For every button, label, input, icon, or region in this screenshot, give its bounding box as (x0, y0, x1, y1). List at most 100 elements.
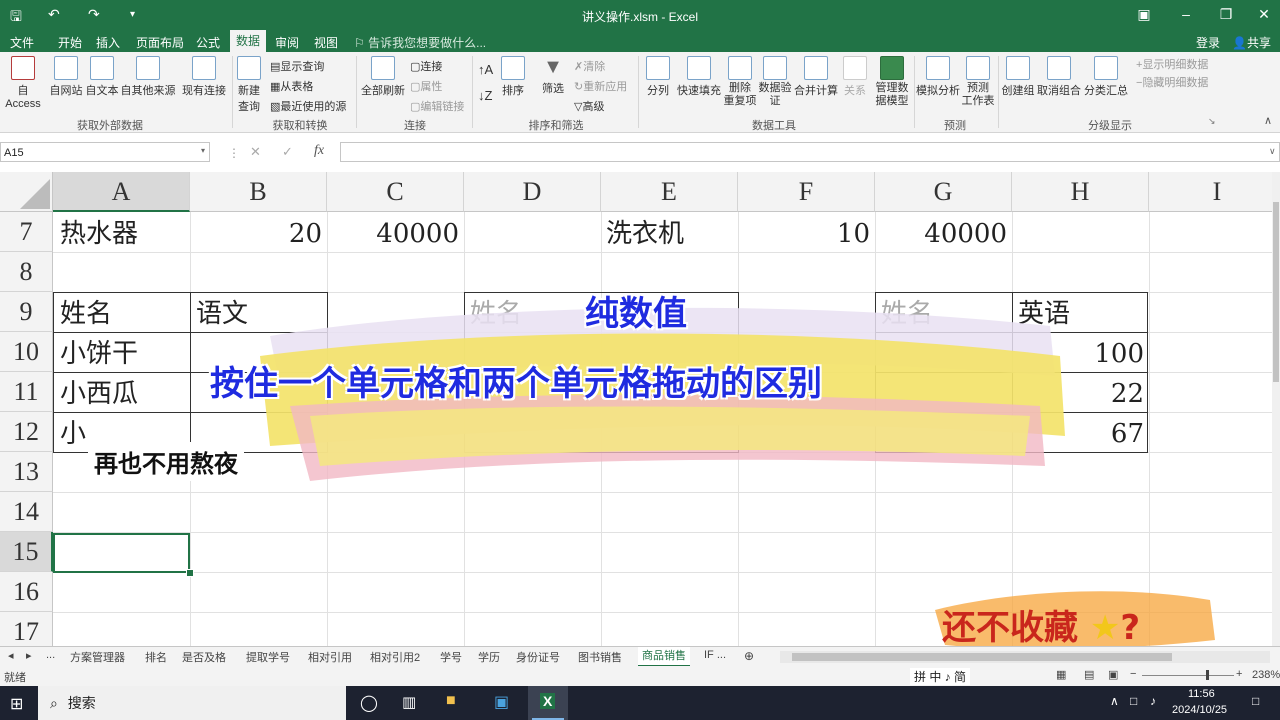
close-button[interactable]: ✕ (1254, 6, 1274, 23)
excel-taskbar-button[interactable]: X (528, 686, 568, 720)
tab-home[interactable]: 开始 (58, 34, 82, 51)
text-to-columns-button[interactable]: 分列 (642, 56, 674, 98)
tray-up-icon[interactable]: ∧ (1110, 694, 1119, 708)
ime-indicator[interactable]: 拼 中 ♪ 简 (910, 668, 971, 685)
column-header-c[interactable]: C (327, 172, 464, 212)
cell-b7[interactable]: 20 (192, 214, 322, 254)
data-validation-button[interactable]: 数据验 证 (758, 56, 792, 108)
sheet-tab[interactable]: 方案管理器 (70, 649, 125, 665)
clear-filter-button[interactable]: ✗清除 (574, 58, 605, 74)
sort-button[interactable]: 排序 (498, 56, 528, 98)
row-header-13[interactable]: 13 (0, 452, 53, 492)
sheet-tab[interactable]: IF ... (704, 649, 726, 661)
relationships-button[interactable]: 关系 (840, 56, 870, 98)
row-header-8[interactable]: 8 (0, 252, 53, 292)
column-header-b[interactable]: B (190, 172, 327, 212)
sort-descending-icon[interactable]: ↓Z (478, 88, 492, 103)
column-header-f[interactable]: F (738, 172, 875, 212)
tell-me-input[interactable]: ⚐ 告诉我您想要做什么... (354, 34, 486, 51)
hide-detail-button[interactable]: −隐藏明细数据 (1136, 74, 1208, 90)
tab-page-layout[interactable]: 页面布局 (136, 34, 184, 51)
column-header-i[interactable]: I (1149, 172, 1272, 212)
normal-view-icon[interactable]: ▦ (1056, 668, 1066, 681)
what-if-analysis-button[interactable]: 模拟分析 (916, 56, 960, 98)
scrollbar-thumb[interactable] (1273, 202, 1279, 382)
cell-a11[interactable]: 小西瓜 (60, 374, 188, 414)
maximize-button[interactable]: ❐ (1216, 6, 1236, 23)
zoom-in-icon[interactable]: + (1236, 668, 1242, 680)
sign-in-link[interactable]: 登录 (1196, 34, 1220, 51)
row-header-14[interactable]: 14 (0, 492, 53, 532)
sheet-tab[interactable]: 是否及格 (182, 649, 226, 665)
manage-data-model-button[interactable]: 管理数 据模型 (872, 56, 912, 108)
column-header-g[interactable]: G (875, 172, 1012, 212)
show-detail-button[interactable]: +显示明细数据 (1136, 56, 1208, 72)
zoom-out-icon[interactable]: − (1130, 668, 1136, 680)
zoom-slider-handle[interactable] (1206, 670, 1209, 680)
column-header-d[interactable]: D (464, 172, 601, 212)
cell-e7[interactable]: 洗衣机 (606, 214, 734, 254)
sheet-tab[interactable]: 学历 (478, 649, 500, 665)
horizontal-scrollbar[interactable] (780, 651, 1270, 663)
insert-function-icon[interactable]: fx (314, 143, 324, 159)
cell-a9[interactable]: 姓名 (60, 294, 188, 334)
cell-a7[interactable]: 热水器 (60, 214, 188, 254)
ungroup-button[interactable]: 取消组合 (1036, 56, 1082, 98)
fill-handle[interactable] (186, 569, 194, 577)
from-web-button[interactable]: 自网站 (48, 56, 84, 98)
row-header-15[interactable]: 15 (0, 532, 53, 572)
row-header-7[interactable]: 7 (0, 212, 53, 252)
sheet-tab[interactable]: 相对引用2 (370, 649, 420, 665)
column-header-h[interactable]: H (1012, 172, 1149, 212)
sheet-tab[interactable]: 学号 (440, 649, 462, 665)
collapse-ribbon-icon[interactable]: ∧ (1264, 114, 1272, 127)
sheet-tab-more[interactable]: ... (46, 649, 55, 661)
remove-duplicates-button[interactable]: 删除 重复项 (722, 56, 758, 108)
cancel-icon[interactable]: ✕ (250, 144, 261, 160)
row-header-17[interactable]: 17 (0, 612, 53, 646)
active-cell-a15[interactable] (53, 533, 190, 573)
forecast-sheet-button[interactable]: 预测 工作表 (960, 56, 996, 108)
file-explorer-icon[interactable]: ■ (446, 692, 456, 710)
sheet-tab[interactable]: 相对引用 (308, 649, 352, 665)
cell-a10[interactable]: 小饼干 (60, 334, 188, 374)
sheet-tab[interactable]: 图书销售 (578, 649, 622, 665)
consolidate-button[interactable]: 合并计算 (794, 56, 838, 98)
flash-fill-button[interactable]: 快速填充 (676, 56, 722, 98)
minimize-button[interactable]: – (1176, 6, 1196, 22)
notifications-icon[interactable]: □ (1252, 694, 1259, 708)
edit-links-button[interactable]: ▢编辑链接 (410, 98, 464, 114)
zoom-slider[interactable] (1142, 670, 1234, 680)
name-box-dropdown-icon[interactable]: ▾ (201, 146, 205, 155)
horizontal-scrollbar-thumb[interactable] (792, 653, 1172, 661)
new-sheet-icon[interactable]: ⊕ (744, 649, 754, 663)
show-queries-button[interactable]: ▤显示查询 (270, 58, 324, 74)
refresh-all-button[interactable]: 全部刷新 (360, 56, 406, 98)
from-table-button[interactable]: ▦从表格 (270, 78, 313, 94)
from-other-sources-button[interactable]: 自其他来源 (120, 56, 176, 98)
network-icon[interactable]: □ (1130, 694, 1137, 708)
row-header-11[interactable]: 11 (0, 372, 53, 412)
select-all-corner[interactable] (0, 172, 53, 212)
sheet-tab[interactable]: 排名 (145, 649, 167, 665)
name-box[interactable]: A15 (0, 142, 210, 162)
advanced-filter-button[interactable]: ▽高级 (574, 98, 604, 114)
properties-button[interactable]: ▢属性 (410, 78, 442, 94)
tab-formulas[interactable]: 公式 (196, 34, 220, 51)
column-header-e[interactable]: E (601, 172, 738, 212)
ribbon-display-icon[interactable]: ▣ (1134, 6, 1154, 23)
task-view-icon[interactable]: ▥ (402, 693, 416, 711)
column-header-a[interactable]: A (53, 172, 190, 212)
row-header-9[interactable]: 9 (0, 292, 53, 332)
connections-button[interactable]: ▢连接 (410, 58, 442, 74)
scroll-left-icon[interactable]: ◂ (8, 649, 14, 662)
from-text-button[interactable]: 自文本 (84, 56, 120, 98)
tab-file[interactable]: 文件 (10, 34, 34, 51)
zoom-level[interactable]: 238% (1252, 669, 1280, 681)
recent-sources-button[interactable]: ▧最近使用的源 (270, 98, 346, 114)
scroll-right-icon[interactable]: ▸ (26, 649, 32, 662)
cell-g7[interactable]: 40000 (877, 214, 1007, 254)
enter-icon[interactable]: ✓ (282, 144, 293, 160)
vertical-scrollbar[interactable] (1272, 172, 1280, 646)
row-header-12[interactable]: 12 (0, 412, 53, 452)
